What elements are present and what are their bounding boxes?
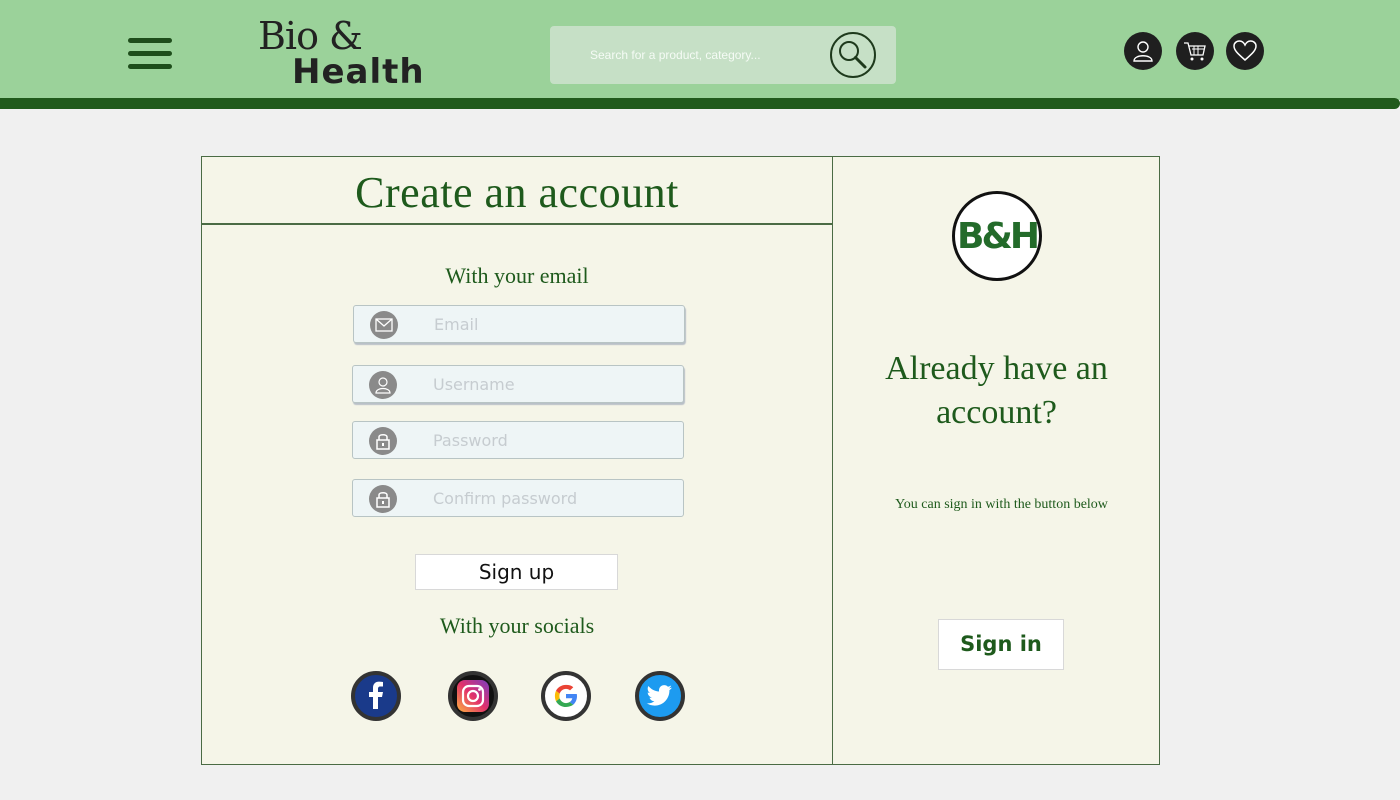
- sign-in-button[interactable]: Sign in: [938, 619, 1064, 670]
- register-panel: Create an account With your email Email …: [202, 157, 833, 764]
- username-field: [352, 365, 684, 403]
- search-bar: [550, 26, 896, 84]
- twitter-icon[interactable]: [635, 671, 685, 721]
- login-panel: B&H Already have an account? You can sig…: [834, 157, 1159, 764]
- register-title-bar: Create an account: [202, 157, 832, 225]
- google-icon[interactable]: [541, 671, 591, 721]
- search-icon[interactable]: [830, 32, 876, 78]
- site-header: Bio & Health: [0, 0, 1400, 100]
- bh-logo-text: B&H: [957, 215, 1040, 257]
- search-input[interactable]: [578, 40, 838, 70]
- envelope-icon: [370, 311, 398, 339]
- login-hint: You can sign in with the button below: [895, 497, 1108, 512]
- account-icon[interactable]: [1124, 32, 1162, 70]
- brand-logo[interactable]: Bio & Health: [258, 14, 424, 94]
- instagram-icon[interactable]: [448, 671, 498, 721]
- email-field: [353, 305, 685, 343]
- logo-line-health: Health: [292, 52, 425, 92]
- bh-logo: B&H: [952, 191, 1042, 281]
- password-field: [352, 421, 684, 459]
- username-input[interactable]: [433, 370, 673, 398]
- login-heading: Already have an account?: [885, 350, 1108, 431]
- page-title: Create an account: [355, 168, 679, 217]
- auth-card: Create an account With your email Email …: [201, 156, 1160, 765]
- socials-section-label: With your socials: [439, 613, 595, 638]
- password-input[interactable]: [433, 426, 673, 454]
- lock-icon: [369, 485, 397, 513]
- user-icon: [369, 371, 397, 399]
- header-divider: [0, 98, 1400, 109]
- confirm-password-field: [352, 479, 684, 517]
- cart-icon[interactable]: [1176, 32, 1214, 70]
- confirm-password-input[interactable]: [433, 484, 673, 512]
- lock-icon: [369, 427, 397, 455]
- heart-icon[interactable]: [1226, 32, 1264, 70]
- sign-up-button[interactable]: Sign up: [415, 554, 618, 590]
- email-input[interactable]: [434, 310, 674, 338]
- facebook-icon[interactable]: [351, 671, 401, 721]
- email-section-label: With your email: [445, 263, 589, 288]
- hamburger-menu-icon[interactable]: [128, 38, 172, 72]
